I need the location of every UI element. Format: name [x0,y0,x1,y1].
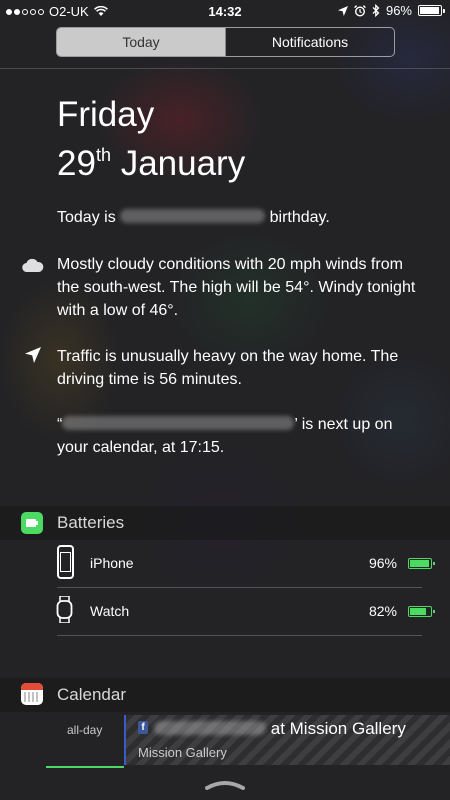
battery-row-iphone: iPhone 96% [0,541,450,588]
battery-row-watch: Watch 82% [0,589,450,636]
status-bar: O2-UK 14:32 96% [0,0,450,22]
device-battery-percent: 82% [368,603,397,619]
location-arrow-icon [337,5,348,16]
battery-level-icon [408,606,435,617]
cloud-icon [22,258,44,272]
header-divider [0,68,450,69]
tab-notifications[interactable]: Notifications [225,28,394,56]
birthday-summary: Today is birthday. [57,209,330,226]
event-title: at Mission Gallery [138,719,406,739]
battery-level-icon [408,558,435,569]
all-day-label: all-day [67,723,103,737]
drag-handle-icon[interactable] [205,778,245,790]
event-location: Mission Gallery [138,745,227,760]
navigation-arrow-icon [25,347,41,363]
traffic-summary: Traffic is unusually heavy on the way ho… [57,348,399,388]
bluetooth-icon [372,4,380,17]
redacted-event-name [154,721,266,735]
device-name: Watch [90,603,130,619]
tab-today[interactable]: Today [57,28,225,56]
battery-percent: 96% [385,3,412,18]
calendar-event-row[interactable]: all-day f at Mission Gallery Mission Gal… [0,713,450,767]
watch-icon [56,596,73,623]
calendar-app-icon [21,683,43,705]
calendar-accent-line [46,766,124,768]
full-date: 29th January [57,144,246,183]
device-name: iPhone [90,555,134,571]
row-divider [57,635,422,636]
today-date: Friday 29th January [57,94,245,184]
batteries-app-icon [21,512,43,534]
day-name: Friday [57,95,155,134]
today-notifications-switch[interactable]: Today Notifications [56,27,395,57]
batteries-widget-header[interactable]: Batteries [0,506,450,540]
redacted-name [120,209,266,223]
batteries-widget-title: Batteries [57,513,125,532]
calendar-widget-header[interactable]: Calendar [0,678,450,712]
calendar-event[interactable]: f at Mission Gallery Mission Gallery [124,715,450,765]
row-divider [57,587,422,588]
battery-icon [418,5,445,16]
redacted-event-title [62,416,295,430]
next-event-summary: “’ is next up on your calendar, at 17:15… [57,416,393,456]
alarm-icon [354,4,366,17]
weather-summary: Mostly cloudy conditions with 20 mph win… [57,256,416,319]
device-battery-percent: 96% [368,555,397,571]
calendar-widget-title: Calendar [57,685,126,704]
iphone-icon [57,545,74,579]
